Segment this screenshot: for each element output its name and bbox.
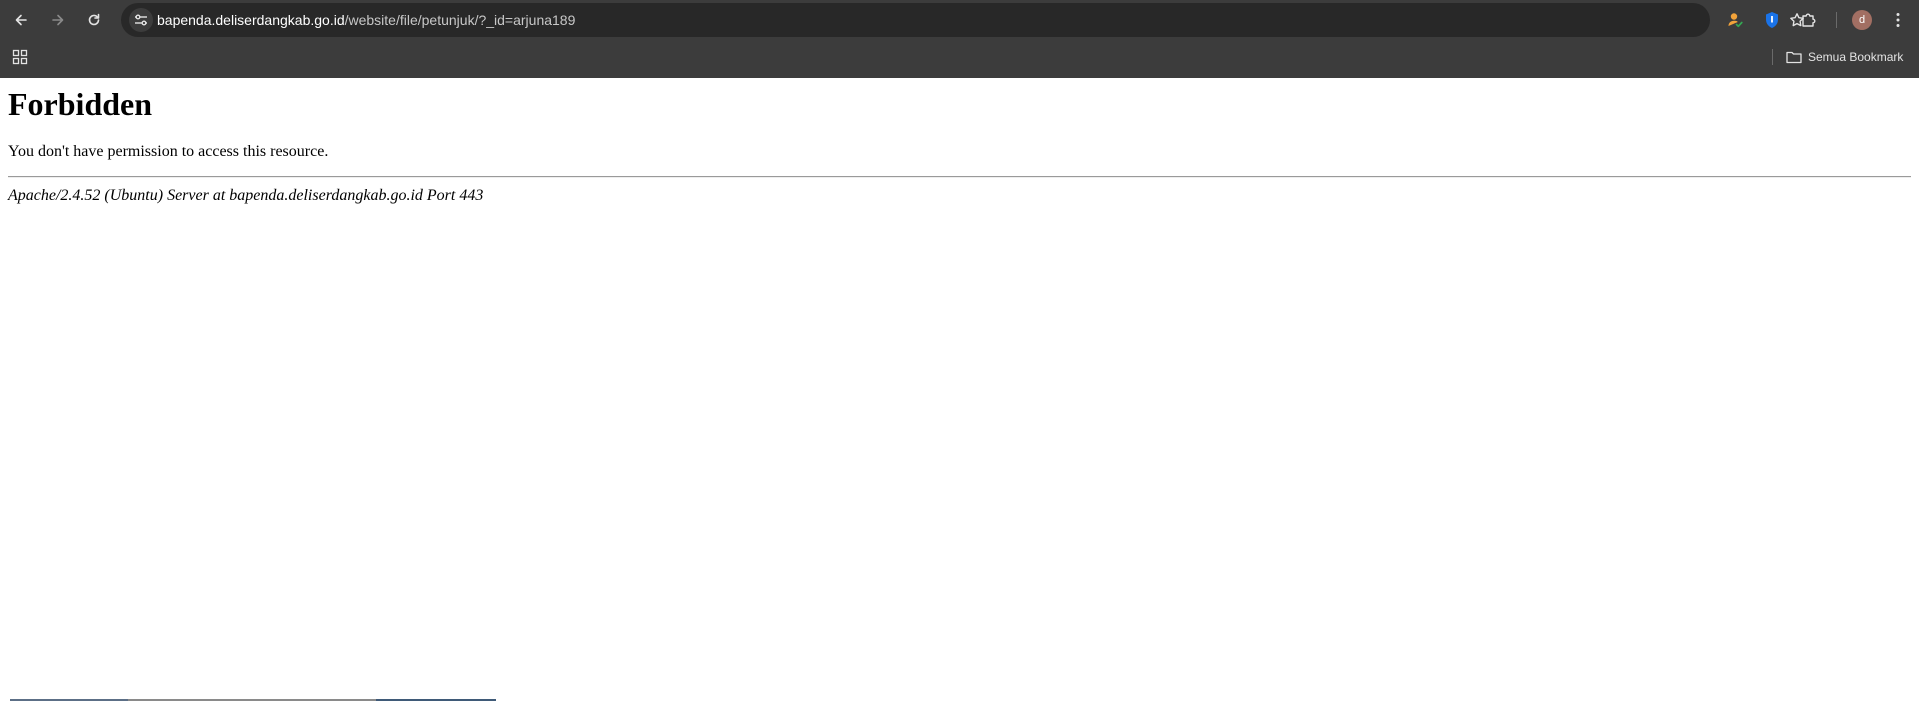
all-bookmarks-label: Semua Bookmark — [1808, 50, 1904, 64]
page-title: Forbidden — [8, 86, 153, 122]
page-content: Forbidden You don't have permission to a… — [0, 78, 1919, 701]
chrome-menu-button[interactable] — [1886, 8, 1910, 32]
browser-toolbar: bapenda.deliserdangkab.go.id/website/fil… — [0, 0, 1919, 40]
reload-icon — [88, 13, 100, 26]
all-bookmarks-button[interactable]: Semua Bookmark — [1786, 46, 1903, 68]
password-manager-shield-icon — [1766, 12, 1778, 28]
puzzle-icon — [1802, 13, 1816, 27]
toolbar-divider — [1836, 12, 1837, 28]
site-info-button[interactable] — [129, 8, 153, 32]
divider — [8, 176, 1911, 178]
apps-grid-icon — [12, 49, 28, 65]
extension-button-2[interactable] — [1760, 8, 1784, 32]
error-message: You don't have permission to access this… — [8, 143, 329, 160]
url-host: bapenda.deliserdangkab.go.id — [157, 12, 345, 28]
bookmarks-divider — [1772, 49, 1773, 65]
profile-avatar[interactable]: d — [1852, 10, 1872, 30]
apps-button[interactable] — [10, 47, 30, 67]
url-text[interactable]: bapenda.deliserdangkab.go.id/website/fil… — [157, 12, 575, 28]
extension-button-1[interactable] — [1723, 8, 1747, 32]
back-button[interactable] — [7, 6, 35, 34]
browser-chrome: bapenda.deliserdangkab.go.id/website/fil… — [0, 0, 1919, 78]
address-bar[interactable]: bapenda.deliserdangkab.go.id/website/fil… — [121, 3, 1804, 37]
back-arrow-icon — [15, 14, 27, 26]
person-check-icon — [1728, 13, 1743, 28]
kebab-menu-icon — [1896, 13, 1900, 27]
bookmarks-bar: Semua Bookmark — [0, 40, 1919, 78]
tune-icon — [135, 14, 147, 26]
reload-button[interactable] — [80, 6, 108, 34]
server-signature: Apache/2.4.52 (Ubuntu) Server at bapenda… — [8, 187, 484, 204]
forward-arrow-icon — [52, 14, 64, 26]
url-path: /website/file/petunjuk/?_id=arjuna189 — [344, 12, 576, 28]
folder-icon — [1786, 51, 1802, 64]
forward-button[interactable] — [44, 6, 72, 34]
extensions-button[interactable] — [1797, 8, 1821, 32]
